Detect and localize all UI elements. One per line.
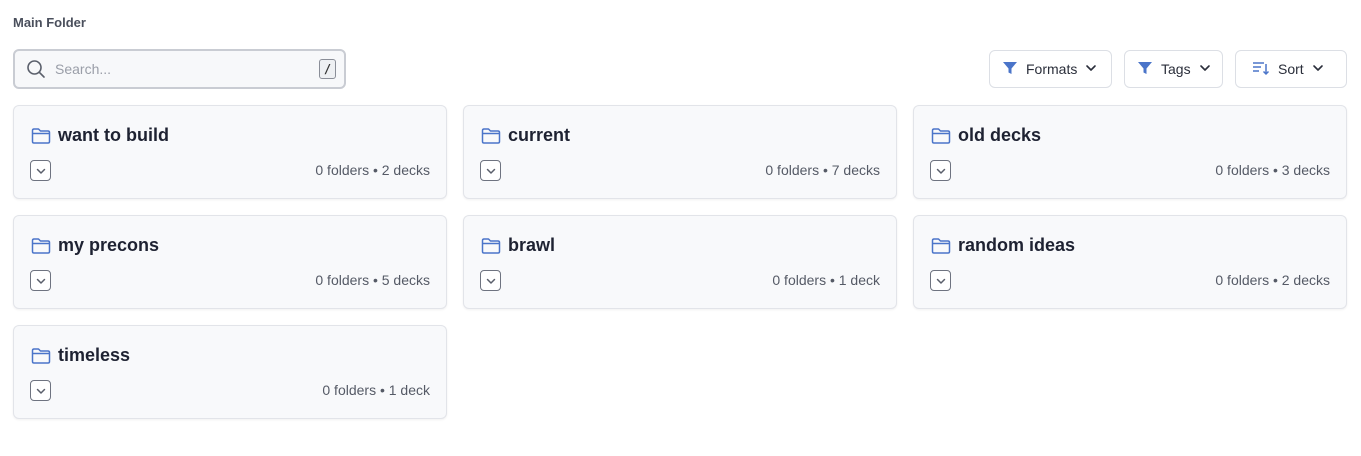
expand-chevron-icon[interactable] (480, 270, 501, 291)
search-shortcut-key: / (319, 59, 336, 79)
folder-meta: 0 folders • 2 decks (1215, 272, 1330, 288)
tags-filter-label: Tags (1161, 61, 1191, 77)
folder-meta: 0 folders • 1 deck (322, 382, 430, 398)
folder-name: old decks (958, 125, 1042, 145)
folder-name: random ideas (958, 235, 1076, 255)
folder-name: current (508, 125, 571, 145)
formats-filter-label: Formats (1026, 61, 1078, 77)
chevron-down-icon (1312, 61, 1324, 77)
folder-icon (31, 347, 51, 365)
search-field[interactable]: / (13, 49, 346, 89)
funnel-icon (1137, 60, 1153, 79)
folder-icon (481, 237, 501, 255)
folder-card[interactable]: brawl 0 folders • 1 deck (463, 215, 897, 309)
folder-icon (31, 237, 51, 255)
page-title: Main Folder (13, 15, 86, 30)
expand-chevron-icon[interactable] (480, 160, 501, 181)
folder-card[interactable]: old decks 0 folders • 3 decks (913, 105, 1347, 199)
folder-card[interactable]: timeless 0 folders • 1 deck (13, 325, 447, 419)
folder-name: want to build (58, 125, 169, 145)
folder-name: my precons (58, 235, 160, 255)
formats-filter-button[interactable]: Formats (989, 50, 1112, 88)
search-input[interactable] (55, 61, 319, 77)
folder-name: timeless (58, 345, 131, 365)
folder-icon (931, 127, 951, 145)
folder-card[interactable]: want to build 0 folders • 2 decks (13, 105, 447, 199)
expand-chevron-icon[interactable] (930, 160, 951, 181)
folder-meta: 0 folders • 3 decks (1215, 162, 1330, 178)
tags-filter-button[interactable]: Tags (1124, 50, 1223, 88)
expand-chevron-icon[interactable] (30, 380, 51, 401)
folder-icon (481, 127, 501, 145)
folder-icon (31, 127, 51, 145)
folder-meta: 0 folders • 1 deck (772, 272, 880, 288)
search-icon (26, 59, 46, 79)
folder-card[interactable]: random ideas 0 folders • 2 decks (913, 215, 1347, 309)
expand-chevron-icon[interactable] (30, 270, 51, 291)
expand-chevron-icon[interactable] (30, 160, 51, 181)
folder-card[interactable]: my precons 0 folders • 5 decks (13, 215, 447, 309)
folder-icon (931, 237, 951, 255)
sort-label: Sort (1278, 61, 1304, 77)
sort-button[interactable]: Sort (1235, 50, 1347, 88)
folder-meta: 0 folders • 5 decks (315, 272, 430, 288)
expand-chevron-icon[interactable] (930, 270, 951, 291)
folder-card[interactable]: current 0 folders • 7 decks (463, 105, 897, 199)
folder-meta: 0 folders • 2 decks (315, 162, 430, 178)
funnel-icon (1002, 60, 1018, 79)
chevron-down-icon (1199, 61, 1211, 77)
chevron-down-icon (1085, 61, 1097, 77)
sort-icon (1252, 60, 1270, 79)
folder-meta: 0 folders • 7 decks (765, 162, 880, 178)
folder-name: brawl (508, 235, 556, 255)
